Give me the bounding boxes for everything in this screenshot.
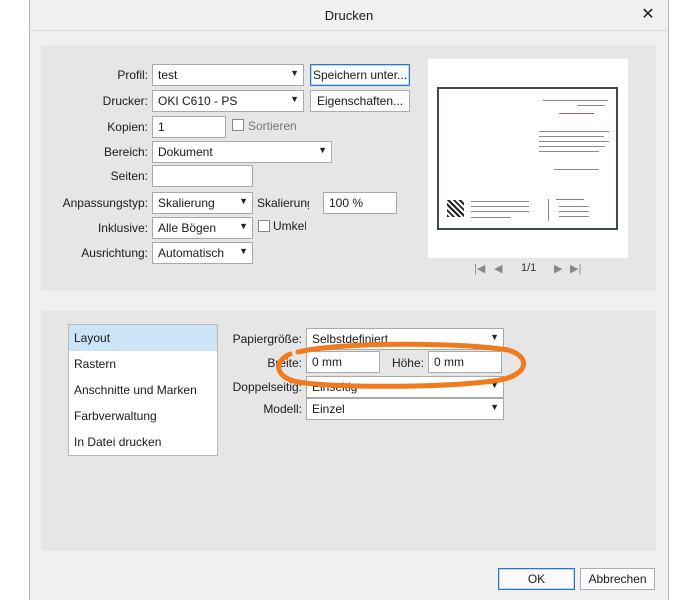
fit-type-value: Skalierung — [158, 196, 215, 210]
printer-label: Drucker: — [102, 94, 148, 108]
orientation-label: Ausrichtung: — [81, 246, 148, 260]
model-value: Einzel — [312, 402, 345, 416]
first-page-icon[interactable]: |◀ — [474, 262, 485, 275]
chevron-down-icon: ▼ — [318, 145, 327, 155]
chevron-down-icon: ▼ — [239, 196, 248, 206]
prev-page-icon[interactable]: ◀ — [494, 262, 502, 275]
pages-input[interactable] — [152, 165, 253, 187]
range-select[interactable]: Dokument ▼ — [152, 141, 332, 163]
include-value: Alle Bögen — [158, 221, 217, 235]
category-item-color-management[interactable]: Farbverwaltung — [69, 403, 217, 429]
settings-category-list: Layout Rastern Anschnitte und Marken Far… — [68, 324, 218, 456]
printer-select[interactable]: OKI C610 - PS ▼ — [152, 90, 304, 112]
next-page-icon[interactable]: ▶ — [554, 262, 562, 275]
print-preview — [428, 59, 628, 258]
copies-label: Kopien: — [107, 120, 148, 134]
reverse-label: Umkeh — [273, 219, 306, 233]
cancel-button[interactable]: Abbrechen — [580, 568, 655, 590]
window-title: Drucken — [324, 8, 374, 23]
orientation-select[interactable]: Automatisch ▼ — [152, 242, 253, 264]
reverse-checkbox[interactable] — [258, 220, 270, 232]
range-label: Bereich: — [103, 145, 148, 159]
title-bar: Drucken ✕ — [30, 0, 668, 31]
orientation-value: Automatisch — [158, 246, 225, 260]
highlight-stroke — [276, 341, 527, 389]
category-item-layout[interactable]: Layout — [69, 325, 217, 351]
category-item-print-to-file[interactable]: In Datei drucken — [69, 429, 217, 455]
category-item-bleeds-marks[interactable]: Anschnitte und Marken — [69, 377, 217, 403]
pages-label: Seiten: — [110, 169, 148, 183]
collate-checkbox[interactable] — [232, 119, 244, 131]
collate-label: Sortieren — [248, 119, 297, 133]
chevron-down-icon: ▼ — [239, 246, 248, 256]
scale-input[interactable]: 100 % — [323, 192, 397, 214]
properties-button[interactable]: Eigenschaften... — [310, 90, 410, 112]
profile-select[interactable]: test ▼ — [152, 64, 304, 86]
close-icon[interactable]: ✕ — [636, 3, 660, 27]
category-item-rastern[interactable]: Rastern — [69, 351, 217, 377]
profile-value: test — [158, 68, 178, 82]
qr-code-icon — [447, 200, 464, 217]
include-label: Inklusive: — [97, 221, 148, 235]
model-label: Modell: — [263, 402, 302, 416]
fit-type-select[interactable]: Skalierung ▼ — [152, 192, 253, 214]
orange-highlight-ellipse — [276, 341, 527, 389]
range-value: Dokument — [158, 145, 213, 159]
include-select[interactable]: Alle Bögen ▼ — [152, 217, 253, 239]
preview-navigation: |◀ ◀ 1/1 ▶ ▶| — [428, 262, 628, 278]
profile-label: Profil: — [117, 68, 148, 82]
model-select[interactable]: Einzel ▼ — [306, 398, 504, 420]
save-as-button[interactable]: Speichern unter... — [310, 64, 410, 86]
chevron-down-icon: ▼ — [290, 94, 299, 104]
last-page-icon[interactable]: ▶| — [570, 262, 581, 275]
ok-button[interactable]: OK — [498, 568, 575, 590]
scale-label: Skalierung — [257, 196, 309, 210]
printer-value: OKI C610 - PS — [158, 94, 238, 108]
preview-page — [437, 87, 618, 230]
fit-type-label: Anpassungstyp: — [62, 196, 148, 210]
chevron-down-icon: ▼ — [290, 68, 299, 78]
page-indicator: 1/1 — [521, 262, 537, 274]
copies-input[interactable]: 1 — [152, 116, 226, 138]
chevron-down-icon: ▼ — [490, 402, 499, 412]
chevron-down-icon: ▼ — [239, 221, 248, 231]
